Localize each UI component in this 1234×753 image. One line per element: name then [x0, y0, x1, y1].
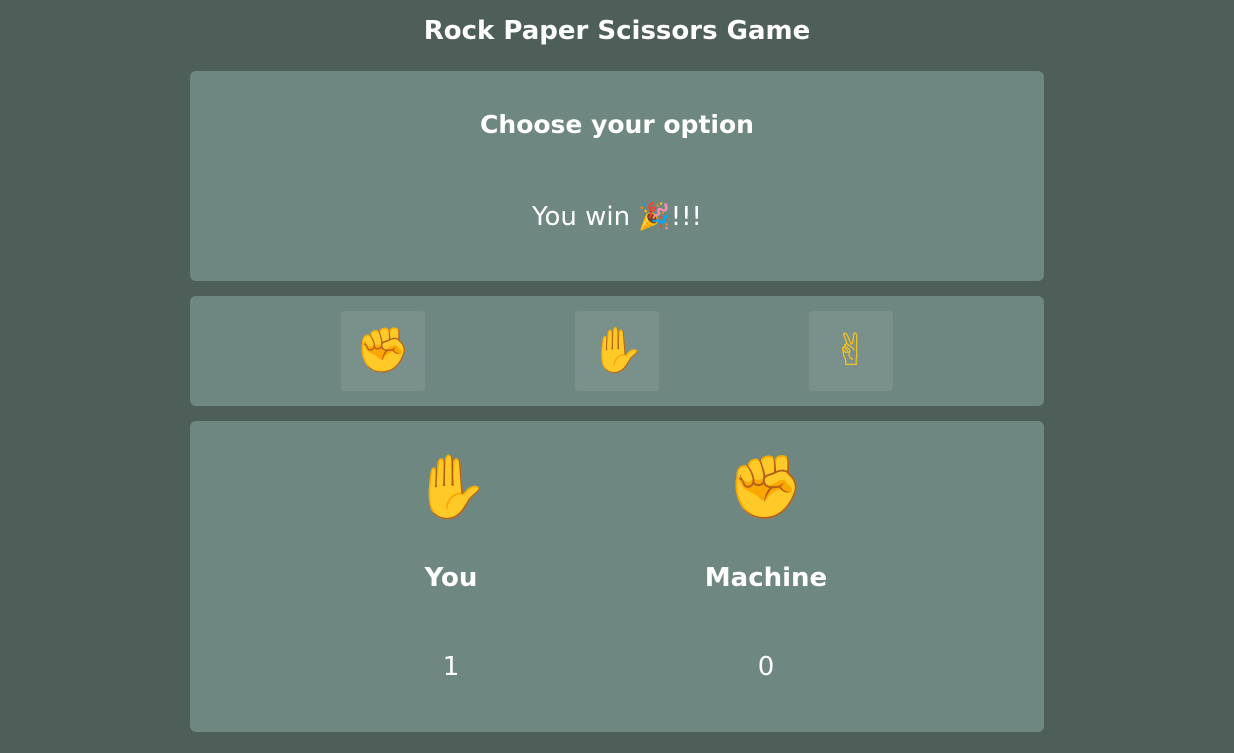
machine-choice-icon: ✊ [727, 450, 805, 523]
machine-score: 0 [757, 652, 775, 682]
scissors-button[interactable]: ✌ [809, 311, 893, 391]
result-message: You win 🎉!!! [532, 202, 702, 232]
you-choice-icon: ✋ [412, 450, 490, 523]
machine-label: Machine [704, 563, 828, 593]
score-panel: ✋ You 1 ✊ Machine 0 [190, 421, 1044, 732]
you-score: 1 [442, 652, 460, 682]
paper-button[interactable]: ✋ [575, 311, 659, 391]
rock-button[interactable]: ✊ [341, 311, 425, 391]
options-panel: ✊ ✋ ✌ [190, 296, 1044, 406]
choose-option-heading: Choose your option [480, 110, 754, 139]
player-you-column: ✋ You 1 [321, 421, 581, 732]
status-panel: Choose your option You win 🎉!!! [190, 71, 1044, 281]
you-label: You [424, 563, 478, 593]
player-machine-column: ✊ Machine 0 [636, 421, 896, 732]
page-title: Rock Paper Scissors Game [423, 16, 811, 46]
